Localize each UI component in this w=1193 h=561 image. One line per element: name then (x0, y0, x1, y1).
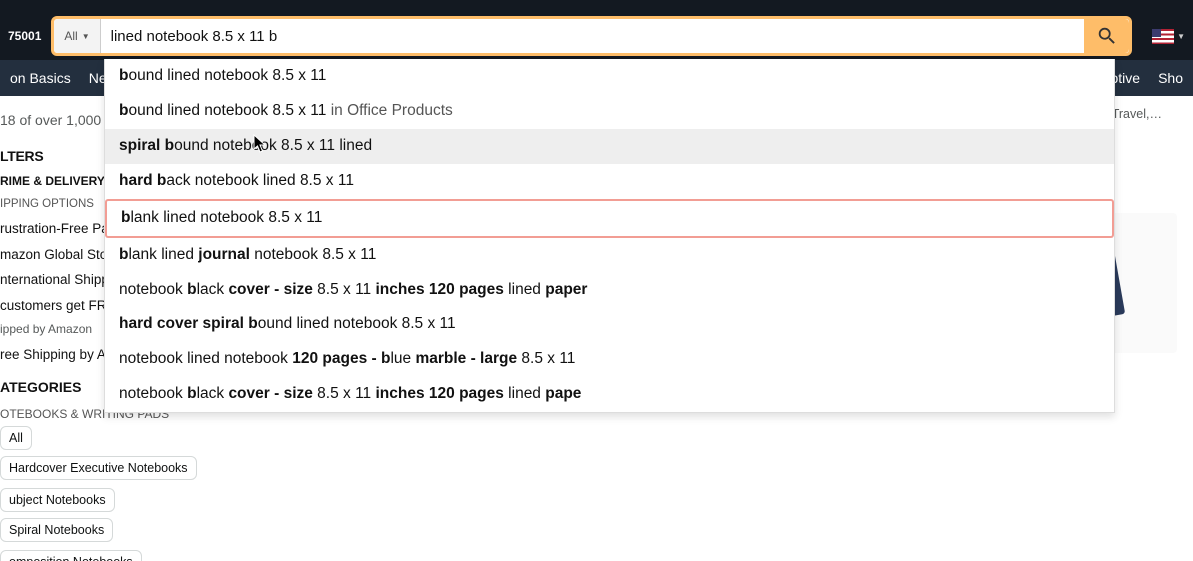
category-pill[interactable]: Hardcover Executive Notebooks (0, 456, 197, 480)
categories-heading: ATEGORIES (0, 379, 81, 395)
window-top-bar (0, 0, 1193, 12)
category-pill[interactable]: Spiral Notebooks (0, 518, 113, 542)
search-suggestion-item[interactable]: hard back notebook lined 8.5 x 11 (105, 164, 1114, 199)
zip-code[interactable]: 75001 (8, 29, 41, 43)
subnav-item[interactable]: on Basics (10, 70, 71, 86)
language-selector[interactable]: ▼ (1152, 29, 1185, 44)
category-pills: omposition Notebooks (0, 550, 232, 561)
search-suggestion-item[interactable]: hard cover spiral bound lined notebook 8… (105, 307, 1114, 342)
search-bar: All ▼ (51, 16, 1132, 56)
search-category-label: All (64, 29, 77, 43)
search-suggestion-item[interactable]: blank lined notebook 8.5 x 11 (105, 199, 1114, 238)
search-button[interactable] (1084, 19, 1129, 53)
us-flag-icon (1152, 29, 1174, 44)
header: 75001 All ▼ ▼ (0, 12, 1193, 60)
search-category-dropdown[interactable]: All ▼ (54, 19, 100, 53)
category-pill[interactable]: omposition Notebooks (0, 550, 142, 561)
search-icon (1096, 25, 1118, 47)
chevron-down-icon: ▼ (82, 32, 90, 41)
search-input[interactable] (101, 19, 1084, 53)
search-suggestion-item[interactable]: bound lined notebook 8.5 x 11 (105, 59, 1114, 94)
chevron-down-icon: ▼ (1177, 32, 1185, 41)
search-suggestion-item[interactable]: notebook black cover - size 8.5 x 11 inc… (105, 377, 1114, 412)
category-pills: All Hardcover Executive Notebooks (0, 426, 232, 480)
search-suggestion-item[interactable]: spiral bound notebook 8.5 x 11 lined (105, 129, 1114, 164)
search-suggestions-dropdown: bound lined notebook 8.5 x 11bound lined… (104, 59, 1115, 413)
search-suggestion-item[interactable]: blank lined journal notebook 8.5 x 11 (105, 238, 1114, 273)
search-suggestion-item[interactable]: notebook lined notebook 120 pages - blue… (105, 342, 1114, 377)
search-suggestion-item[interactable]: notebook black cover - size 8.5 x 11 inc… (105, 273, 1114, 308)
category-pill[interactable]: All (0, 426, 32, 450)
subnav-item[interactable]: Sho (1158, 70, 1183, 86)
search-suggestion-item[interactable]: bound lined notebook 8.5 x 11 in Office … (105, 94, 1114, 129)
category-pills: ubject Notebooks Spiral Notebooks (0, 488, 232, 542)
category-pill[interactable]: ubject Notebooks (0, 488, 115, 512)
